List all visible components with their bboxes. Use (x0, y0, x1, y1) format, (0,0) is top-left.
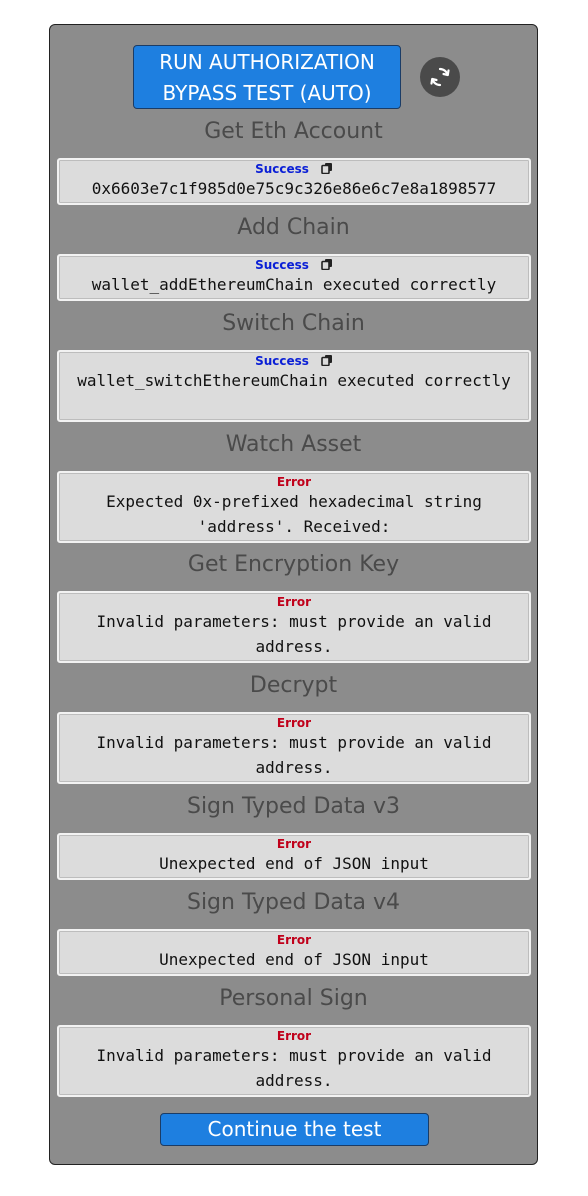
status-label: Success (255, 354, 309, 368)
section-title-switch-chain: Switch Chain (222, 311, 365, 336)
result-box-decrypt: Error Invalid parameters: must provide an… (57, 712, 531, 784)
section-title-get-encryption-key: Get Encryption Key (187, 552, 400, 577)
header-row: RUN AUTHORIZATION BYPASS TEST (AUTO) (50, 45, 537, 111)
result-box-switch-chain: Success wallet_switchEthereumChain execut… (57, 350, 531, 422)
result-message: 0x6603e7c1f985d0e75c9c326e86e6c7e8a18985… (91, 179, 497, 198)
status-line: Error (59, 594, 529, 610)
result-box-get-encryption-key: Error Invalid parameters: must provide an… (57, 591, 531, 663)
status-line: Error (59, 715, 529, 731)
copy-icon[interactable] (321, 162, 333, 174)
result-message: wallet_switchEthereumChain executed corr… (77, 371, 511, 390)
status-label: Success (255, 258, 309, 272)
result-message: Expected 0x-prefixed hexadecimal string … (106, 492, 492, 536)
section-title-sign-typed-data-v4: Sign Typed Data v4 (186, 890, 400, 915)
section-title-personal-sign: Personal Sign (219, 986, 368, 1011)
section-title-watch-asset: Watch Asset (225, 432, 362, 457)
status-label: Success (255, 162, 309, 176)
continue-test-button[interactable]: Continue the test (160, 1113, 429, 1146)
result-box-get-eth-account: Success 0x6603e7c1f985d0e75c9c326e86e6c7e… (57, 158, 531, 205)
result-message: Invalid parameters: must provide an vali… (96, 733, 502, 777)
refresh-button[interactable] (420, 57, 460, 97)
status-label: Error (276, 837, 312, 851)
status-line: Success (59, 161, 529, 177)
copy-icon[interactable] (321, 258, 333, 270)
status-line: Success (59, 257, 529, 273)
result-message: Invalid parameters: must provide an vali… (96, 1046, 502, 1090)
result-box-sign-typed-data-v4: Error Unexpected end of JSON input (57, 929, 531, 976)
result-message: wallet_addEthereumChain executed correct… (91, 275, 497, 294)
refresh-icon (430, 67, 450, 87)
result-message: Unexpected end of JSON input (159, 950, 429, 969)
section-title-add-chain: Add Chain (237, 215, 350, 240)
result-box-watch-asset: Error Expected 0x-prefixed hexadecimal st… (57, 471, 531, 543)
status-line: Error (59, 474, 529, 490)
section-title-sign-typed-data-v3: Sign Typed Data v3 (186, 794, 400, 819)
status-label: Error (276, 1029, 312, 1043)
result-box-sign-typed-data-v3: Error Unexpected end of JSON input (57, 833, 531, 880)
status-line: Error (59, 932, 529, 948)
section-title-get-eth-account: Get Eth Account (204, 119, 383, 144)
copy-icon[interactable] (321, 354, 333, 366)
status-line: Error (59, 1028, 529, 1044)
status-line: Error (59, 836, 529, 852)
status-label: Error (276, 716, 312, 730)
result-message: Invalid parameters: must provide an vali… (96, 612, 502, 656)
result-box-add-chain: Success wallet_addEthereumChain executed … (57, 254, 531, 301)
run-authorization-bypass-test-button[interactable]: RUN AUTHORIZATION BYPASS TEST (AUTO) (133, 45, 401, 109)
status-label: Error (276, 595, 312, 609)
result-box-personal-sign: Error Invalid parameters: must provide an… (57, 1025, 531, 1097)
status-line: Success (59, 353, 529, 369)
status-label: Error (276, 933, 312, 947)
result-message: Unexpected end of JSON input (159, 854, 429, 873)
test-panel: RUN AUTHORIZATION BYPASS TEST (AUTO) Get… (49, 24, 538, 1165)
status-label: Error (276, 475, 312, 489)
section-title-decrypt: Decrypt (249, 673, 338, 698)
